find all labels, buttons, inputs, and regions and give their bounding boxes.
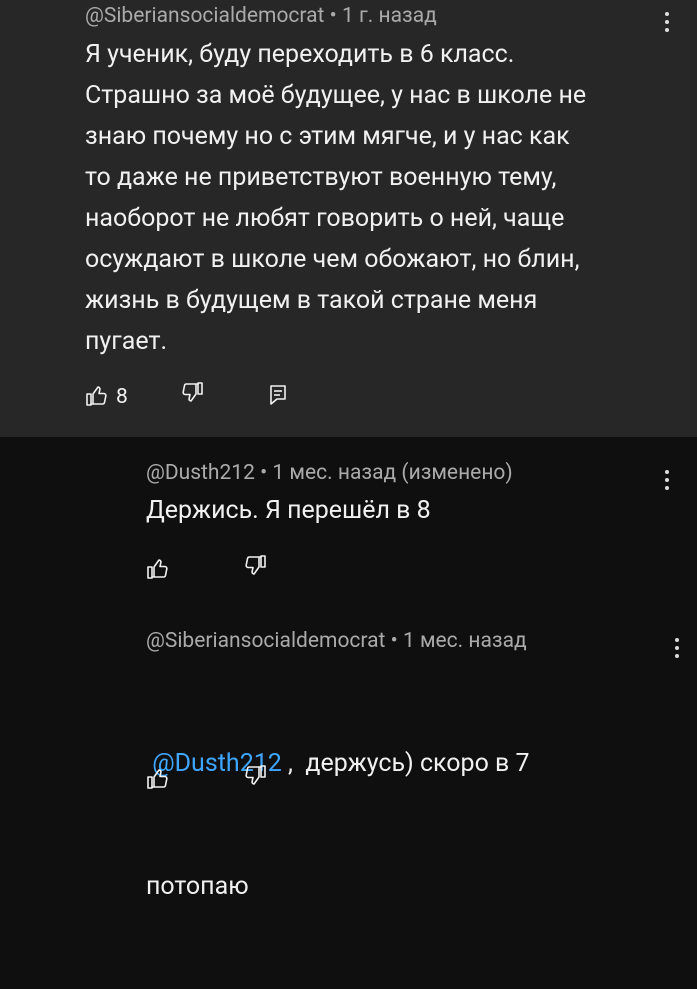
author-name[interactable]: @Dusth212 xyxy=(146,461,255,485)
thumb-down-icon[interactable] xyxy=(243,553,267,577)
comment-text: Я ученик, буду переходить в 6 класс. Стр… xyxy=(85,40,587,356)
comment-time: 1 мес. назад xyxy=(402,629,527,653)
thumb-up-icon[interactable] xyxy=(146,557,170,581)
comment-text: Держись. Я перешёл в 8 xyxy=(146,496,431,525)
thumb-up-icon[interactable] xyxy=(146,767,170,791)
comment-text: @Dusth212 , держусь) скоро в 7 потопаю xyxy=(146,749,530,901)
author-name[interactable]: @Siberiansocialdemocrat xyxy=(146,629,385,653)
comment-meta: @Siberiansocialdemocrat • 1 мес. назад xyxy=(146,629,527,653)
like-count: 8 xyxy=(116,385,128,409)
thumb-up-icon[interactable] xyxy=(85,384,109,408)
comment-time: 1 мес. назад (изменено) xyxy=(272,461,513,485)
thumb-down-icon[interactable] xyxy=(243,763,267,787)
author-name[interactable]: @Siberiansocialdemocrat xyxy=(85,4,324,28)
more-vert-icon[interactable] xyxy=(672,634,682,662)
comment-time: 1 г. назад xyxy=(341,4,437,28)
reply-icon[interactable] xyxy=(268,383,288,407)
thumb-down-icon[interactable] xyxy=(180,380,204,404)
more-vert-icon[interactable] xyxy=(662,8,672,36)
comment-meta: @Siberiansocialdemocrat • 1 г. назад xyxy=(85,4,437,28)
comment-meta: @Dusth212 • 1 мес. назад (изменено) xyxy=(146,461,513,485)
comment-1: @Siberiansocialdemocrat • 1 г. назад Я у… xyxy=(0,0,697,437)
more-vert-icon[interactable] xyxy=(662,466,672,494)
